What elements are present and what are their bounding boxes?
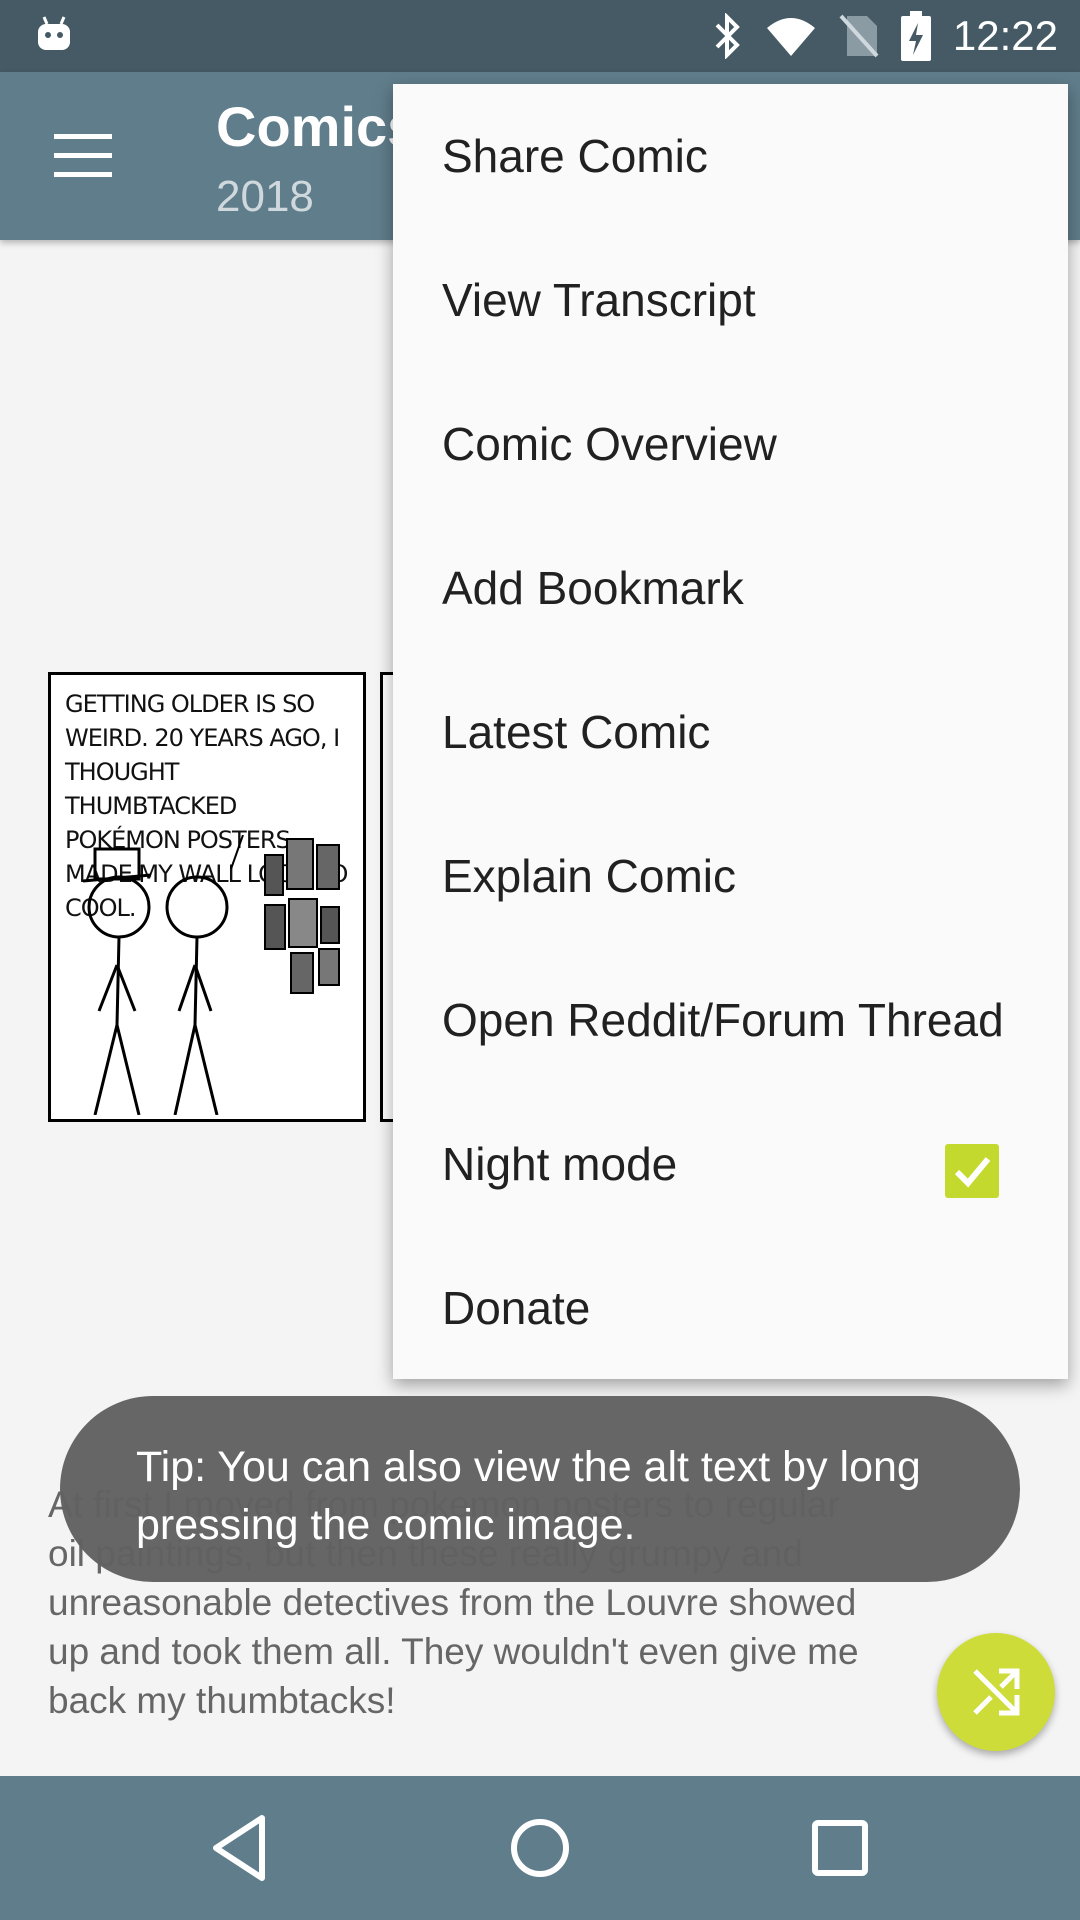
checkmark-icon [954, 1157, 991, 1188]
toast-message: Tip: You can also view the alt text by l… [136, 1443, 921, 1549]
menu-item-comic-overview[interactable]: Comic Overview [393, 372, 1068, 516]
menu-item-label: Explain Comic [442, 850, 736, 902]
menu-item-label: Latest Comic [442, 706, 711, 758]
menu-item-explain-comic[interactable]: Explain Comic [393, 804, 1068, 948]
navigation-bar [0, 1776, 1080, 1920]
menu-item-label: View Transcript [442, 274, 756, 326]
toast: Tip: You can also view the alt text by l… [60, 1396, 1020, 1582]
clock: 12:22 [952, 12, 1058, 59]
overflow-menu: Share Comic View Transcript Comic Overvi… [393, 84, 1068, 1379]
menu-item-open-thread[interactable]: Open Reddit/Forum Thread [393, 948, 1068, 1092]
hamburger-icon[interactable] [54, 134, 112, 178]
menu-item-night-mode[interactable]: Night mode [393, 1092, 1068, 1236]
status-bar: 12:22 [0, 0, 1080, 72]
comic-drawing [82, 835, 340, 1115]
menu-item-view-transcript[interactable]: View Transcript [393, 228, 1068, 372]
menu-item-latest-comic[interactable]: Latest Comic [393, 660, 1068, 804]
comic-image[interactable]: GETTING OLDER IS SO WEIRD. 20 YEARS AGO,… [48, 672, 366, 1122]
home-icon[interactable] [502, 1810, 578, 1886]
wifi-icon [766, 18, 815, 56]
menu-item-donate[interactable]: Donate [393, 1236, 1068, 1380]
recents-icon[interactable] [802, 1810, 878, 1886]
menu-item-label: Open Reddit/Forum Thread [442, 994, 1004, 1046]
back-icon[interactable] [202, 1810, 278, 1886]
menu-item-share-comic[interactable]: Share Comic [393, 84, 1068, 228]
page-subtitle: 2018 [216, 172, 314, 221]
battery-charging-icon [900, 11, 931, 61]
menu-item-label: Add Bookmark [442, 562, 744, 614]
page-title: Comics [216, 95, 419, 158]
menu-item-label: Night mode [442, 1138, 678, 1190]
bluetooth-icon [715, 13, 740, 59]
no-sim-icon [839, 14, 879, 58]
random-comic-button[interactable] [937, 1633, 1055, 1751]
menu-item-label: Comic Overview [442, 418, 777, 470]
menu-item-add-bookmark[interactable]: Add Bookmark [393, 516, 1068, 660]
shuffle-icon [973, 1668, 1020, 1716]
menu-item-label: Donate [442, 1282, 591, 1334]
android-icon [38, 16, 70, 50]
night-mode-checkbox[interactable] [945, 1144, 999, 1198]
menu-item-label: Share Comic [442, 130, 708, 182]
